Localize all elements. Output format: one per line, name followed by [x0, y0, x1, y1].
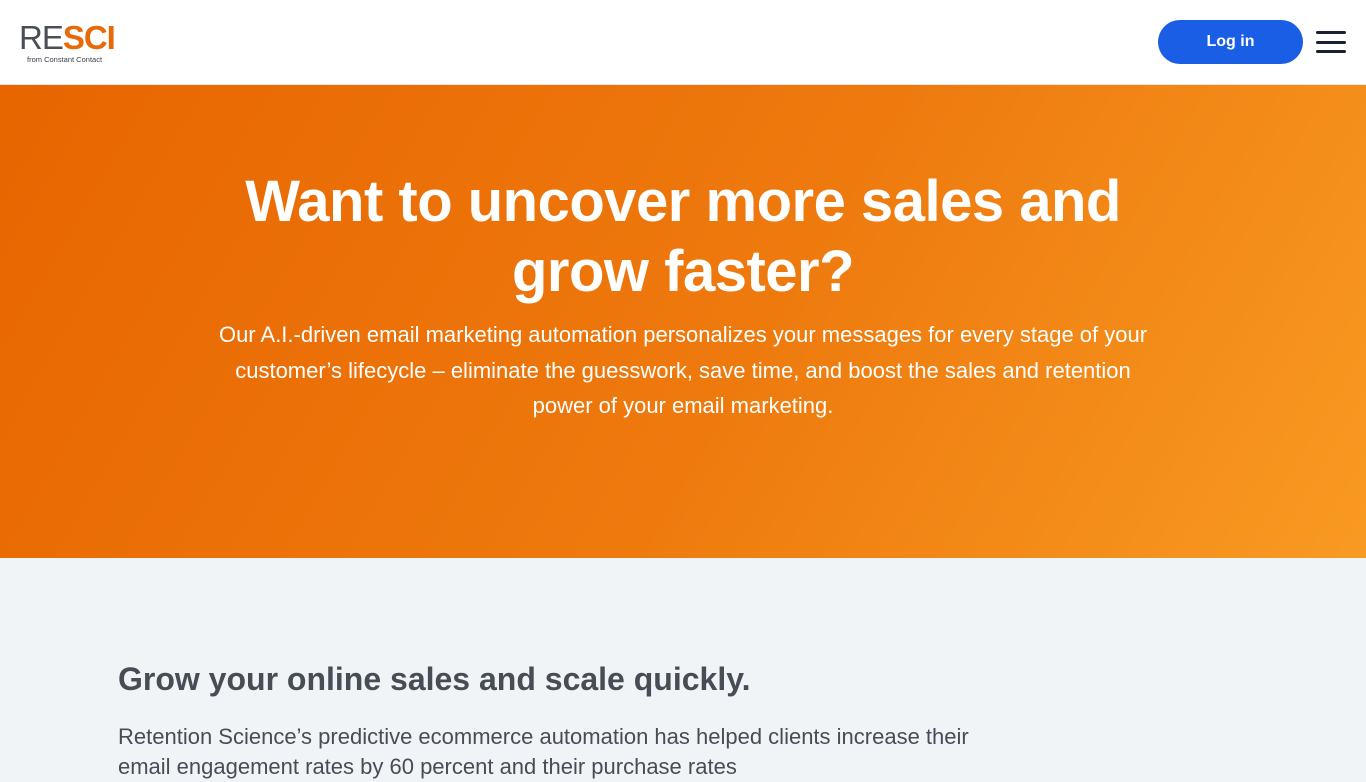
hero-description: Our A.I.-driven email marketing automati…: [218, 322, 1148, 418]
site-header: RESCI from Constant Contact Log in: [0, 0, 1366, 85]
hero-banner: Want to uncover more sales and grow fast…: [0, 85, 1366, 558]
menu-bar: [1316, 31, 1346, 34]
growth-section: Grow your online sales and scale quickly…: [0, 558, 1366, 779]
login-button[interactable]: Log in: [1158, 20, 1303, 64]
hamburger-menu-icon[interactable]: [1316, 29, 1348, 55]
logo-tagline: from Constant Contact: [27, 55, 103, 64]
resci-logo[interactable]: RESCI from Constant Contact: [19, 20, 119, 66]
menu-bar: [1316, 50, 1346, 53]
hero-title: Want to uncover more sales and grow fast…: [245, 169, 1121, 304]
logo-wordmark: RESCI: [19, 19, 116, 56]
section-title: Grow your online sales and scale quickly…: [118, 661, 751, 697]
section-description: Retention Science’s predictive ecommerce…: [118, 724, 969, 779]
menu-bar: [1316, 40, 1346, 44]
